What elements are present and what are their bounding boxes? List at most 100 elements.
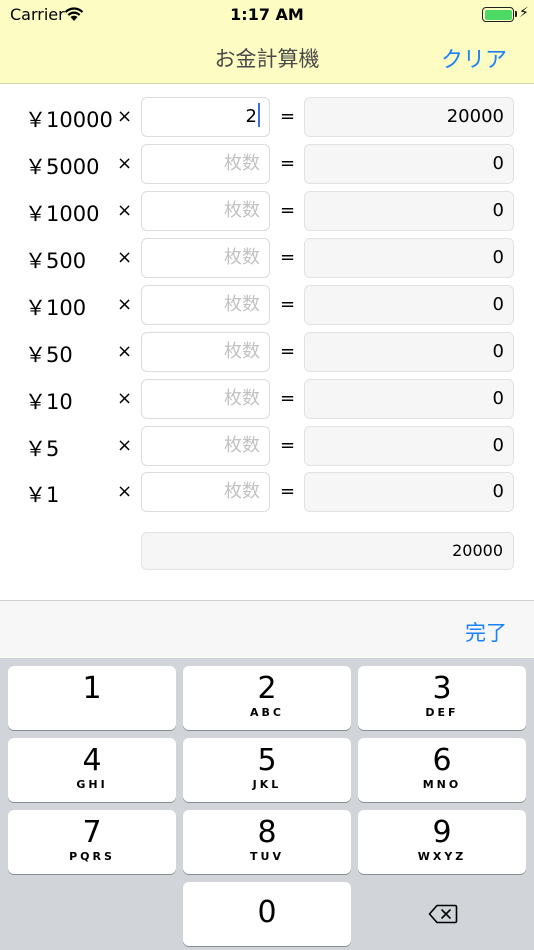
key-2[interactable]: 2 ABC	[183, 666, 351, 730]
key-0[interactable]: 0	[183, 882, 351, 946]
multiply-sign: ×	[117, 200, 133, 221]
denomination-label: ￥10000	[25, 108, 113, 132]
equals-sign: =	[280, 388, 296, 409]
denomination-row: ￥50 × 枚数 = 0	[0, 332, 534, 372]
denomination-label: ￥1	[25, 483, 60, 507]
key-digit: 3	[432, 671, 452, 706]
key-1[interactable]: 1	[8, 666, 176, 730]
denomination-label: ￥5	[25, 437, 60, 461]
denomination-label: ￥100	[25, 296, 87, 320]
backspace-key[interactable]	[358, 882, 526, 946]
key-letters: PQRS	[69, 850, 115, 863]
denomination-row: ￥5 × 枚数 = 0	[0, 426, 534, 466]
equals-sign: =	[280, 200, 296, 221]
equals-sign: =	[280, 153, 296, 174]
quantity-input[interactable]: 枚数	[141, 472, 270, 512]
equals-sign: =	[280, 294, 296, 315]
key-7[interactable]: 7 PQRS	[8, 810, 176, 874]
denomination-label: ￥10	[25, 390, 73, 414]
multiply-sign: ×	[117, 247, 133, 268]
denomination-row: ￥1 × 枚数 = 0	[0, 472, 534, 512]
quantity-input[interactable]: 枚数	[141, 332, 270, 372]
clear-button[interactable]: クリア	[441, 42, 507, 74]
key-5[interactable]: 5 JKL	[183, 738, 351, 802]
quantity-placeholder: 枚数	[224, 388, 260, 409]
key-4[interactable]: 4 GHI	[8, 738, 176, 802]
subtotal-field: 0	[304, 426, 514, 466]
subtotal-field: 20000	[304, 97, 514, 137]
equals-sign: =	[280, 435, 296, 456]
key-8[interactable]: 8 TUV	[183, 810, 351, 874]
denomination-row: ￥100 × 枚数 = 0	[0, 285, 534, 325]
status-bar: Carrier 1:17 AM ⚡	[0, 0, 534, 30]
key-9[interactable]: 9 WXYZ	[358, 810, 526, 874]
key-letters: TUV	[250, 850, 284, 863]
quantity-placeholder: 枚数	[224, 481, 260, 502]
done-button[interactable]: 完了	[465, 617, 507, 647]
key-letters: DEF	[425, 706, 459, 719]
key-letters: GHI	[76, 778, 108, 791]
quantity-input[interactable]: 枚数	[141, 191, 270, 231]
subtotal-field: 0	[304, 285, 514, 325]
key-digit: 8	[257, 815, 277, 850]
subtotal-field: 0	[304, 472, 514, 512]
quantity-placeholder: 枚数	[224, 294, 260, 315]
multiply-sign: ×	[117, 106, 133, 127]
denomination-label: ￥50	[25, 343, 73, 367]
quantity-input[interactable]: 2	[141, 97, 270, 137]
key-digit: 1	[82, 671, 102, 706]
key-digit: 4	[82, 743, 102, 778]
key-digit: 6	[432, 743, 452, 778]
subtotal-field: 0	[304, 379, 514, 419]
denomination-row: ￥5000 × 枚数 = 0	[0, 144, 534, 184]
backspace-icon	[428, 904, 458, 924]
key-6[interactable]: 6 MNO	[358, 738, 526, 802]
quantity-value: 2	[245, 106, 257, 127]
quantity-placeholder: 枚数	[224, 341, 260, 362]
denomination-row: ￥1000 × 枚数 = 0	[0, 191, 534, 231]
app-header: Carrier 1:17 AM ⚡ お金計算機 クリア	[0, 0, 534, 84]
subtotal-field: 0	[304, 144, 514, 184]
keyboard-accessory-bar: 完了	[0, 600, 534, 658]
quantity-input[interactable]: 枚数	[141, 238, 270, 278]
key-digit: 2	[257, 671, 277, 706]
total-field: 20000	[141, 532, 514, 570]
key-letters: JKL	[252, 778, 282, 791]
equals-sign: =	[280, 106, 296, 127]
battery-icon	[482, 7, 514, 22]
key-letters: ABC	[250, 706, 284, 719]
multiply-sign: ×	[117, 341, 133, 362]
multiply-sign: ×	[117, 388, 133, 409]
subtotal-field: 0	[304, 191, 514, 231]
charging-icon: ⚡	[519, 5, 529, 21]
key-digit: 0	[257, 895, 277, 930]
quantity-placeholder: 枚数	[224, 247, 260, 268]
key-digit: 9	[432, 815, 452, 850]
key-digit: 7	[82, 815, 102, 850]
equals-sign: =	[280, 481, 296, 502]
denomination-row: ￥10000 × 2 = 20000	[0, 97, 534, 137]
quantity-input[interactable]: 枚数	[141, 285, 270, 325]
quantity-placeholder: 枚数	[224, 435, 260, 456]
key-digit: 5	[257, 743, 277, 778]
multiply-sign: ×	[117, 294, 133, 315]
key-3[interactable]: 3 DEF	[358, 666, 526, 730]
quantity-input[interactable]: 枚数	[141, 379, 270, 419]
quantity-placeholder: 枚数	[224, 200, 260, 221]
subtotal-field: 0	[304, 238, 514, 278]
quantity-placeholder: 枚数	[224, 153, 260, 174]
clock: 1:17 AM	[230, 5, 304, 24]
equals-sign: =	[280, 247, 296, 268]
key-letters: MNO	[422, 778, 462, 791]
denomination-label: ￥1000	[25, 202, 100, 226]
quantity-input[interactable]: 枚数	[141, 144, 270, 184]
denomination-label: ￥5000	[25, 155, 100, 179]
numeric-keypad: 1 2 ABC 3 DEF 4 GHI 5 JKL 6 MNO 7 PQRS 8 TUV 9 WXYZ 0	[0, 658, 534, 950]
subtotal-field: 0	[304, 332, 514, 372]
equals-sign: =	[280, 341, 296, 362]
multiply-sign: ×	[117, 481, 133, 502]
quantity-input[interactable]: 枚数	[141, 426, 270, 466]
battery-tip	[515, 11, 517, 17]
denomination-row: ￥10 × 枚数 = 0	[0, 379, 534, 419]
key-letters: WXYZ	[417, 850, 467, 863]
